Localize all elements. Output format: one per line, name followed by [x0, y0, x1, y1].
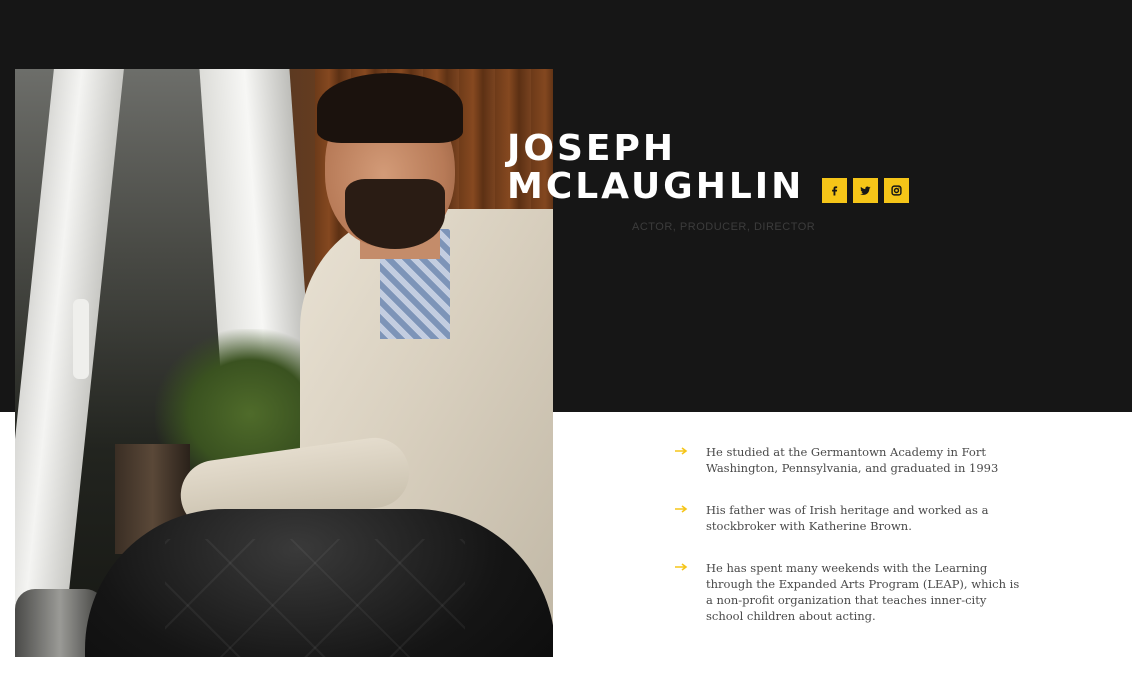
- instagram-icon: [891, 185, 902, 196]
- facts-list: He studied at the Germantown Academy in …: [675, 444, 1020, 624]
- list-item: He studied at the Germantown Academy in …: [675, 444, 1020, 476]
- facebook-icon: [832, 186, 838, 196]
- social-links: [822, 178, 909, 203]
- fact-text: His father was of Irish heritage and wor…: [706, 503, 989, 533]
- arrow-right-icon: [675, 447, 688, 455]
- profile-name: JOSEPH MCLAUGHLIN: [507, 130, 804, 206]
- twitter-button[interactable]: [853, 178, 878, 203]
- facebook-button[interactable]: [822, 178, 847, 203]
- arrow-right-icon: [675, 563, 688, 571]
- fact-text: He studied at the Germantown Academy in …: [706, 445, 999, 475]
- page: JOSEPH MCLAUGHLIN ACTOR, PRODUCER, DIREC…: [0, 0, 1132, 684]
- roles-subtitle: ACTOR, PRODUCER, DIRECTOR: [632, 221, 816, 233]
- list-item: His father was of Irish heritage and wor…: [675, 502, 1020, 534]
- arrow-right-icon: [675, 505, 688, 513]
- fact-text: He has spent many weekends with the Lear…: [706, 561, 1020, 623]
- twitter-icon: [860, 186, 871, 195]
- last-name: MCLAUGHLIN: [507, 166, 805, 207]
- list-item: He has spent many weekends with the Lear…: [675, 560, 1020, 624]
- instagram-button[interactable]: [884, 178, 909, 203]
- first-name: JOSEPH: [507, 128, 677, 169]
- portrait-photo: [15, 69, 553, 657]
